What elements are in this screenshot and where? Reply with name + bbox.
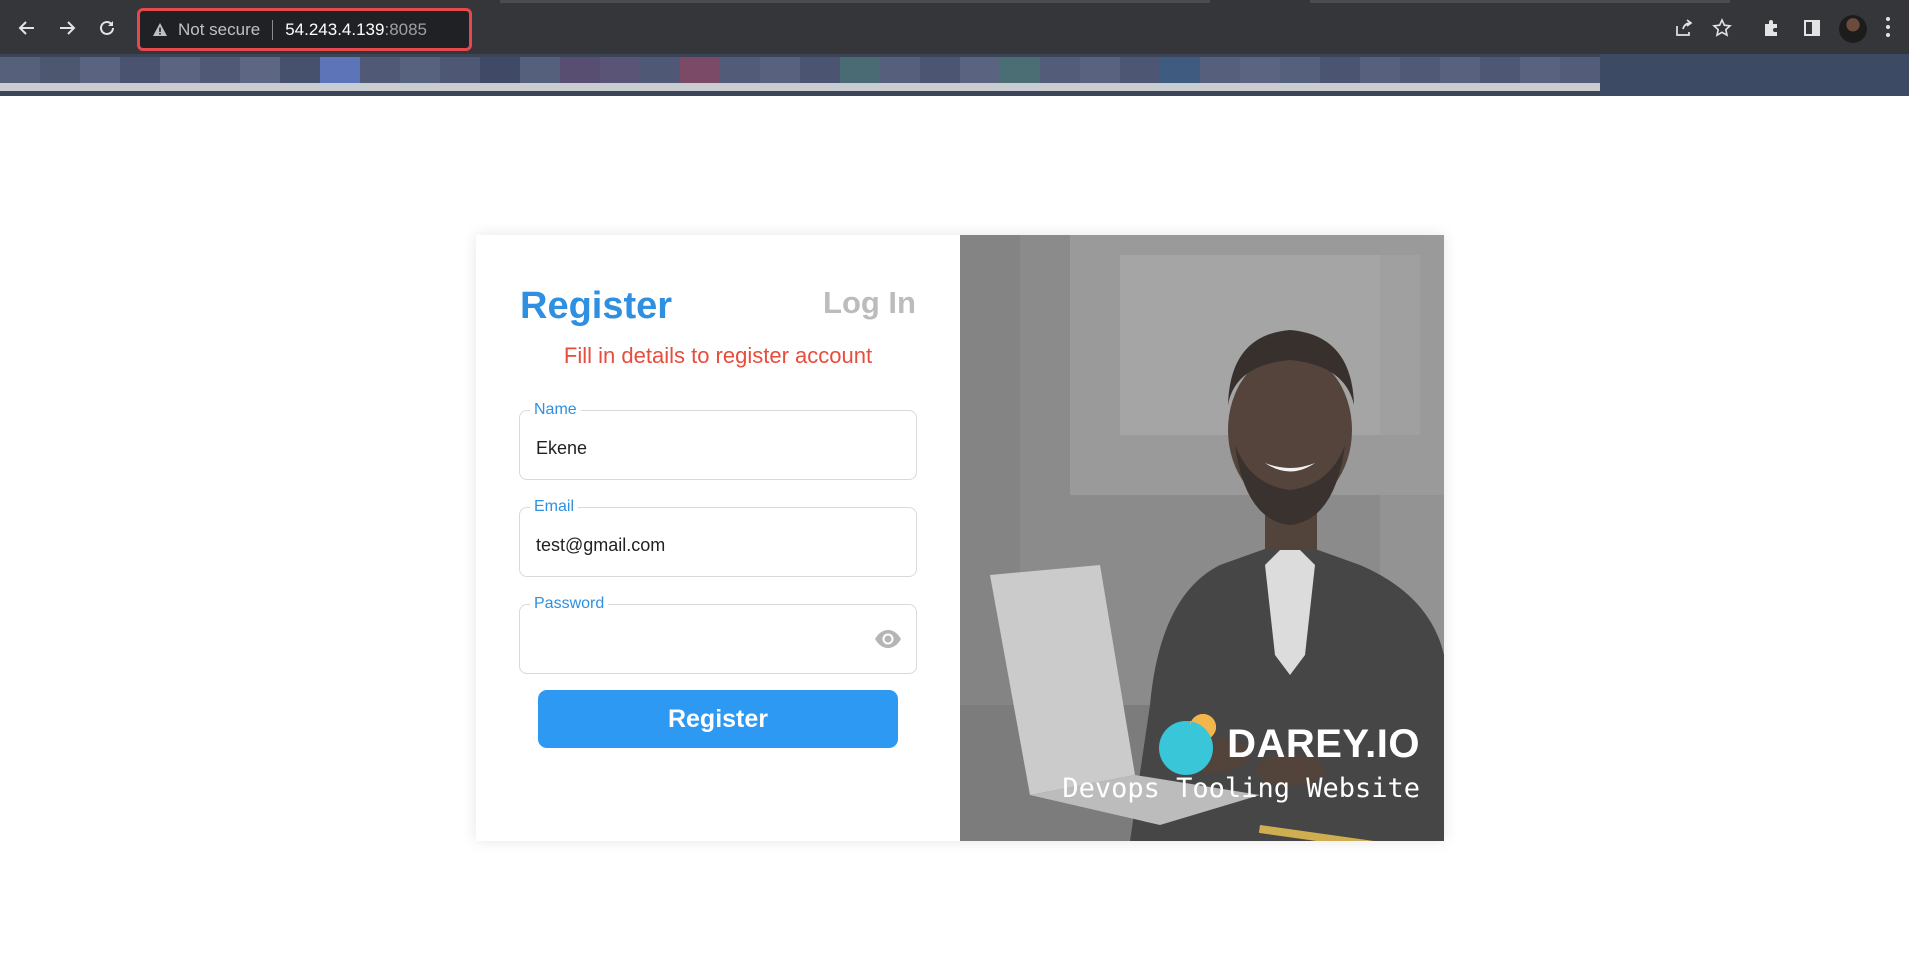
brand-tagline: Devops Tooling Website <box>1062 773 1420 804</box>
tab-strip-edge <box>1310 0 1730 3</box>
tab-strip-edge <box>500 0 1210 3</box>
share-icon <box>1676 19 1693 36</box>
eye-icon[interactable] <box>874 629 902 649</box>
email-input[interactable] <box>536 532 866 558</box>
more-menu-icon[interactable] <box>1885 17 1891 39</box>
url-host: 54.243.4.139 <box>285 19 385 39</box>
warning-triangle-icon <box>153 22 167 36</box>
brand-name: DAREY.IO <box>1227 721 1420 766</box>
register-form: Register Log In Fill in details to regis… <box>476 235 960 841</box>
extensions-button[interactable] <box>1758 14 1786 42</box>
bookmarks-bar-end <box>1600 54 1909 96</box>
back-arrow-icon <box>18 21 34 35</box>
tab-login[interactable]: Log In <box>823 285 916 321</box>
name-field-label: Name <box>530 401 581 419</box>
email-field: Email <box>519 498 917 577</box>
extensions-puzzle-icon <box>1765 20 1777 36</box>
name-input[interactable] <box>536 435 866 461</box>
reload-button[interactable] <box>92 13 122 43</box>
password-input[interactable] <box>536 629 866 655</box>
register-button[interactable]: Register <box>538 690 898 748</box>
darey-logo-icon <box>1159 714 1217 775</box>
password-field: Password <box>519 595 917 674</box>
star-icon <box>1712 18 1732 37</box>
omnibox-divider <box>272 19 274 40</box>
name-field: Name <box>519 401 917 480</box>
side-panel-icon <box>1804 20 1820 36</box>
profile-avatar[interactable] <box>1839 15 1867 43</box>
forward-arrow-icon <box>60 21 76 35</box>
share-button[interactable] <box>1670 14 1698 42</box>
security-status[interactable]: Not secure <box>178 20 260 40</box>
brand-lockup: DAREY.IO <box>1159 713 1420 775</box>
address-bar[interactable]: Not secure 54.243.4.139:8085 <box>137 8 472 51</box>
password-field-label: Password <box>530 595 609 613</box>
email-field-label: Email <box>530 498 579 516</box>
browser-toolbar: Not secure 54.243.4.139:8085 <box>0 0 1909 54</box>
tab-register[interactable]: Register <box>520 285 672 328</box>
url-port: :8085 <box>384 19 428 39</box>
hero-photo: DAREY.IO Devops Tooling Website <box>960 235 1444 841</box>
bookmark-star-button[interactable] <box>1708 14 1736 42</box>
forward-button[interactable] <box>52 13 82 43</box>
side-panel-button[interactable] <box>1798 14 1826 42</box>
back-button[interactable] <box>12 13 42 43</box>
auth-card: Register Log In Fill in details to regis… <box>476 235 1444 841</box>
bookmarks-scroll-track <box>0 83 1600 91</box>
reload-icon <box>100 20 114 35</box>
bookmark-items-redacted <box>0 57 1600 85</box>
form-subtitle: Fill in details to register account <box>563 343 873 368</box>
